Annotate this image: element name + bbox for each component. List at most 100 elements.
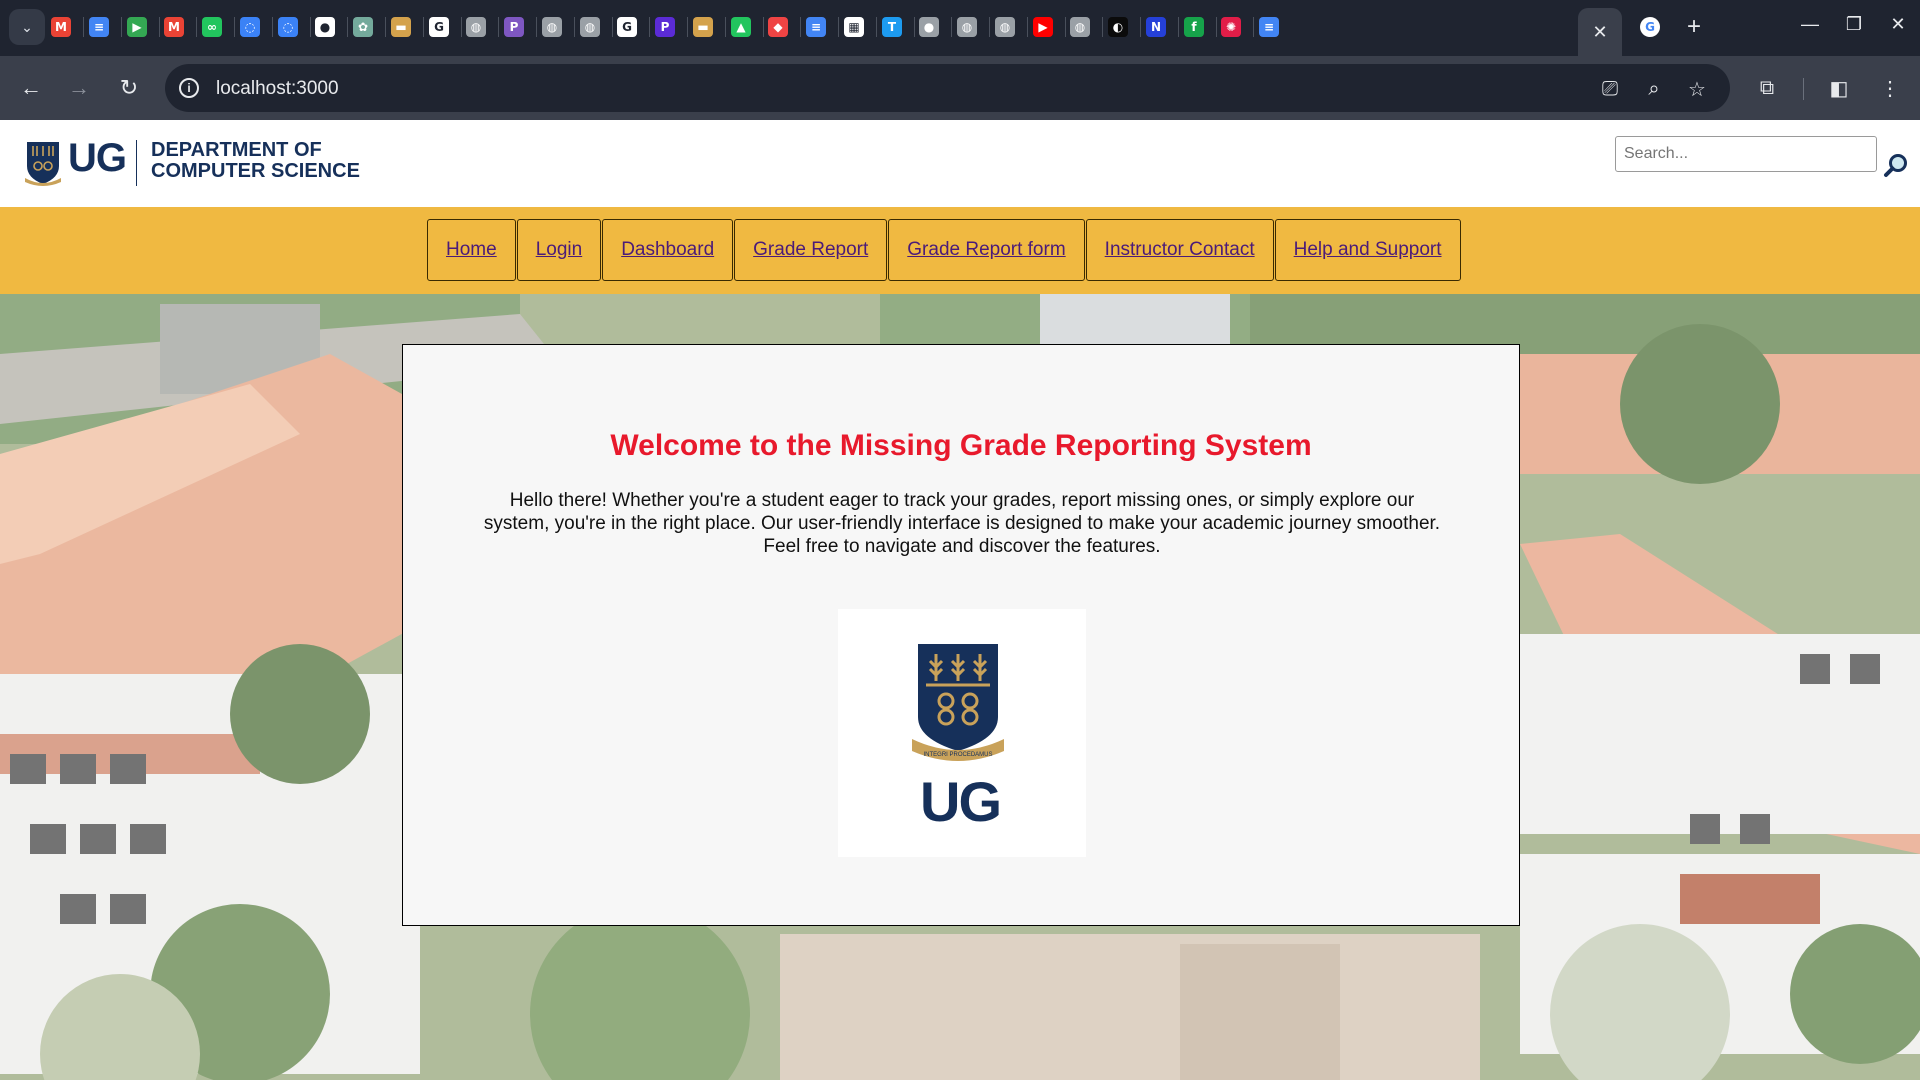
nav-item-instructor-contact[interactable]: Instructor Contact: [1085, 219, 1274, 281]
tab-p[interactable]: P: [500, 13, 537, 41]
tab-globe[interactable]: ◍: [538, 13, 575, 41]
tab-github[interactable]: ●: [311, 13, 348, 41]
tab-separator: [574, 17, 575, 37]
nav-link-label[interactable]: Grade Report: [753, 239, 868, 261]
nav-link-label[interactable]: Grade Report form: [907, 239, 1065, 261]
tab-google-play[interactable]: ▶: [123, 13, 160, 41]
back-button[interactable]: ←: [13, 70, 49, 106]
search-icon[interactable]: [1883, 152, 1909, 178]
tab-globe[interactable]: ◍: [462, 13, 499, 41]
nav-item-login[interactable]: Login: [516, 219, 602, 281]
tab-globe[interactable]: ◍: [953, 13, 990, 41]
url-text[interactable]: localhost:3000: [216, 78, 339, 100]
welcome-intro-text: Hello there! Whether you're a student ea…: [483, 490, 1441, 557]
nav-link-label[interactable]: Instructor Contact: [1105, 239, 1255, 261]
tab-globe[interactable]: ◍: [576, 13, 613, 41]
zoom-icon[interactable]: ⌕: [1641, 76, 1667, 102]
new-tab-button[interactable]: +: [1680, 13, 1708, 41]
google-icon: G: [617, 17, 637, 37]
department-line-2: COMPUTER SCIENCE: [151, 160, 360, 182]
tab-news[interactable]: ▦: [840, 13, 877, 41]
plus-icon: +: [1686, 13, 1701, 40]
tab-flower[interactable]: ✺: [1217, 13, 1254, 41]
browser-tab-strip: ⌄ M ≡ ▶ M ∞ ◌ ◌ ● ✿ ▬ G ◍ P ◍ ◍ G P ▬ ▲ ◆ ≡ ▦ T ● ◍ ◍ ▶ ◍ ◐ Nf ✺ ≡ ✕ G …: [0, 0, 1920, 56]
globe-icon: ◍: [580, 17, 600, 37]
tab-f[interactable]: f: [1180, 13, 1217, 41]
restore-button[interactable]: ❐: [1838, 10, 1870, 38]
tab-chatgpt[interactable]: ✿: [349, 13, 386, 41]
tab-separator: [196, 17, 197, 37]
tab-separator: [423, 17, 424, 37]
tab-ring[interactable]: ◌: [274, 13, 311, 41]
news-icon: ▦: [844, 17, 864, 37]
tab-google-docs[interactable]: ≡: [802, 13, 839, 41]
tab-p[interactable]: P: [651, 13, 688, 41]
tab-globe[interactable]: ◍: [991, 13, 1028, 41]
site-logo-text[interactable]: UG: [68, 136, 127, 181]
tab-gmail[interactable]: M: [160, 13, 197, 41]
tab-separator: [838, 17, 839, 37]
tab-google[interactable]: G: [1636, 13, 1664, 41]
minimize-button[interactable]: —: [1794, 10, 1826, 38]
glasses-icon: ∞: [202, 17, 222, 37]
active-tab[interactable]: ✕: [1578, 8, 1622, 56]
p-icon: P: [655, 17, 675, 37]
tab-glasses[interactable]: ∞: [198, 13, 235, 41]
flower-icon: ✺: [1221, 17, 1241, 37]
nav-item-grade-report[interactable]: Grade Report: [734, 219, 888, 281]
tab-tt[interactable]: T: [878, 13, 915, 41]
install-app-icon[interactable]: ⎚: [1597, 76, 1623, 102]
nav-link-label[interactable]: Help and Support: [1294, 239, 1442, 261]
tab-google-docs[interactable]: ≡: [85, 13, 122, 41]
side-panel-button[interactable]: ◧: [1821, 70, 1857, 106]
tab-globe[interactable]: ◍: [1066, 13, 1103, 41]
nav-item-help-and-support[interactable]: Help and Support: [1274, 219, 1461, 281]
tab-ring[interactable]: ◌: [236, 13, 273, 41]
tab-separator: [1178, 17, 1179, 37]
tab-apple[interactable]: ●: [915, 13, 952, 41]
tab-gmail[interactable]: M: [47, 13, 84, 41]
close-window-button[interactable]: ✕: [1882, 10, 1914, 38]
reload-button[interactable]: ↻: [111, 70, 147, 106]
tab-google-docs[interactable]: ≡: [1255, 13, 1283, 41]
tab-separator: [272, 17, 273, 37]
tab-n[interactable]: N: [1142, 13, 1179, 41]
tab-tag[interactable]: ◆: [764, 13, 801, 41]
apple-icon: ●: [919, 17, 939, 37]
google-icon: G: [1640, 17, 1660, 37]
tab-google[interactable]: G: [425, 13, 462, 41]
nav-link-label[interactable]: Login: [536, 239, 583, 261]
address-bar[interactable]: i localhost:3000 ⎚ ⌕ ☆: [165, 64, 1730, 112]
extensions-button[interactable]: ⧉: [1749, 70, 1785, 106]
tt-icon: T: [882, 17, 902, 37]
bookmark-star-icon[interactable]: ☆: [1684, 76, 1710, 102]
tab-mountain[interactable]: ▲: [727, 13, 764, 41]
tab-speed[interactable]: ◐: [1104, 13, 1141, 41]
restore-icon: ❐: [1845, 13, 1863, 34]
forward-button[interactable]: →: [61, 70, 97, 106]
speed-icon: ◐: [1108, 17, 1128, 37]
p-icon: P: [504, 17, 524, 37]
tab-youtube[interactable]: ▶: [1029, 13, 1066, 41]
nav-link-label[interactable]: Dashboard: [621, 239, 714, 261]
search-input[interactable]: [1615, 136, 1877, 172]
tab-folder[interactable]: ▬: [689, 13, 726, 41]
nav-item-grade-report-form[interactable]: Grade Report form: [888, 219, 1085, 281]
tab-google[interactable]: G: [613, 13, 650, 41]
site-info-icon[interactable]: i: [179, 78, 199, 98]
globe-icon: ◍: [1070, 17, 1090, 37]
nav-item-home[interactable]: Home: [427, 219, 516, 281]
tab-separator: [1140, 17, 1141, 37]
n-icon: N: [1146, 17, 1166, 37]
tab-folder[interactable]: ▬: [387, 13, 424, 41]
nav-item-dashboard[interactable]: Dashboard: [602, 219, 734, 281]
close-icon[interactable]: ✕: [1592, 22, 1607, 43]
nav-link-label[interactable]: Home: [446, 239, 497, 261]
menu-button[interactable]: ⋮: [1872, 70, 1908, 106]
ug-crest-icon[interactable]: [25, 140, 61, 186]
globe-icon: ◍: [542, 17, 562, 37]
welcome-card: Welcome to the Missing Grade Reporting S…: [402, 344, 1520, 926]
tab-search-button[interactable]: ⌄: [9, 9, 45, 45]
ug-logo: INTEGRI PROCEDAMUS UG: [838, 609, 1086, 857]
main-nav-list: Home Login Dashboard Grade Report Grade Repo…: [427, 219, 1462, 281]
